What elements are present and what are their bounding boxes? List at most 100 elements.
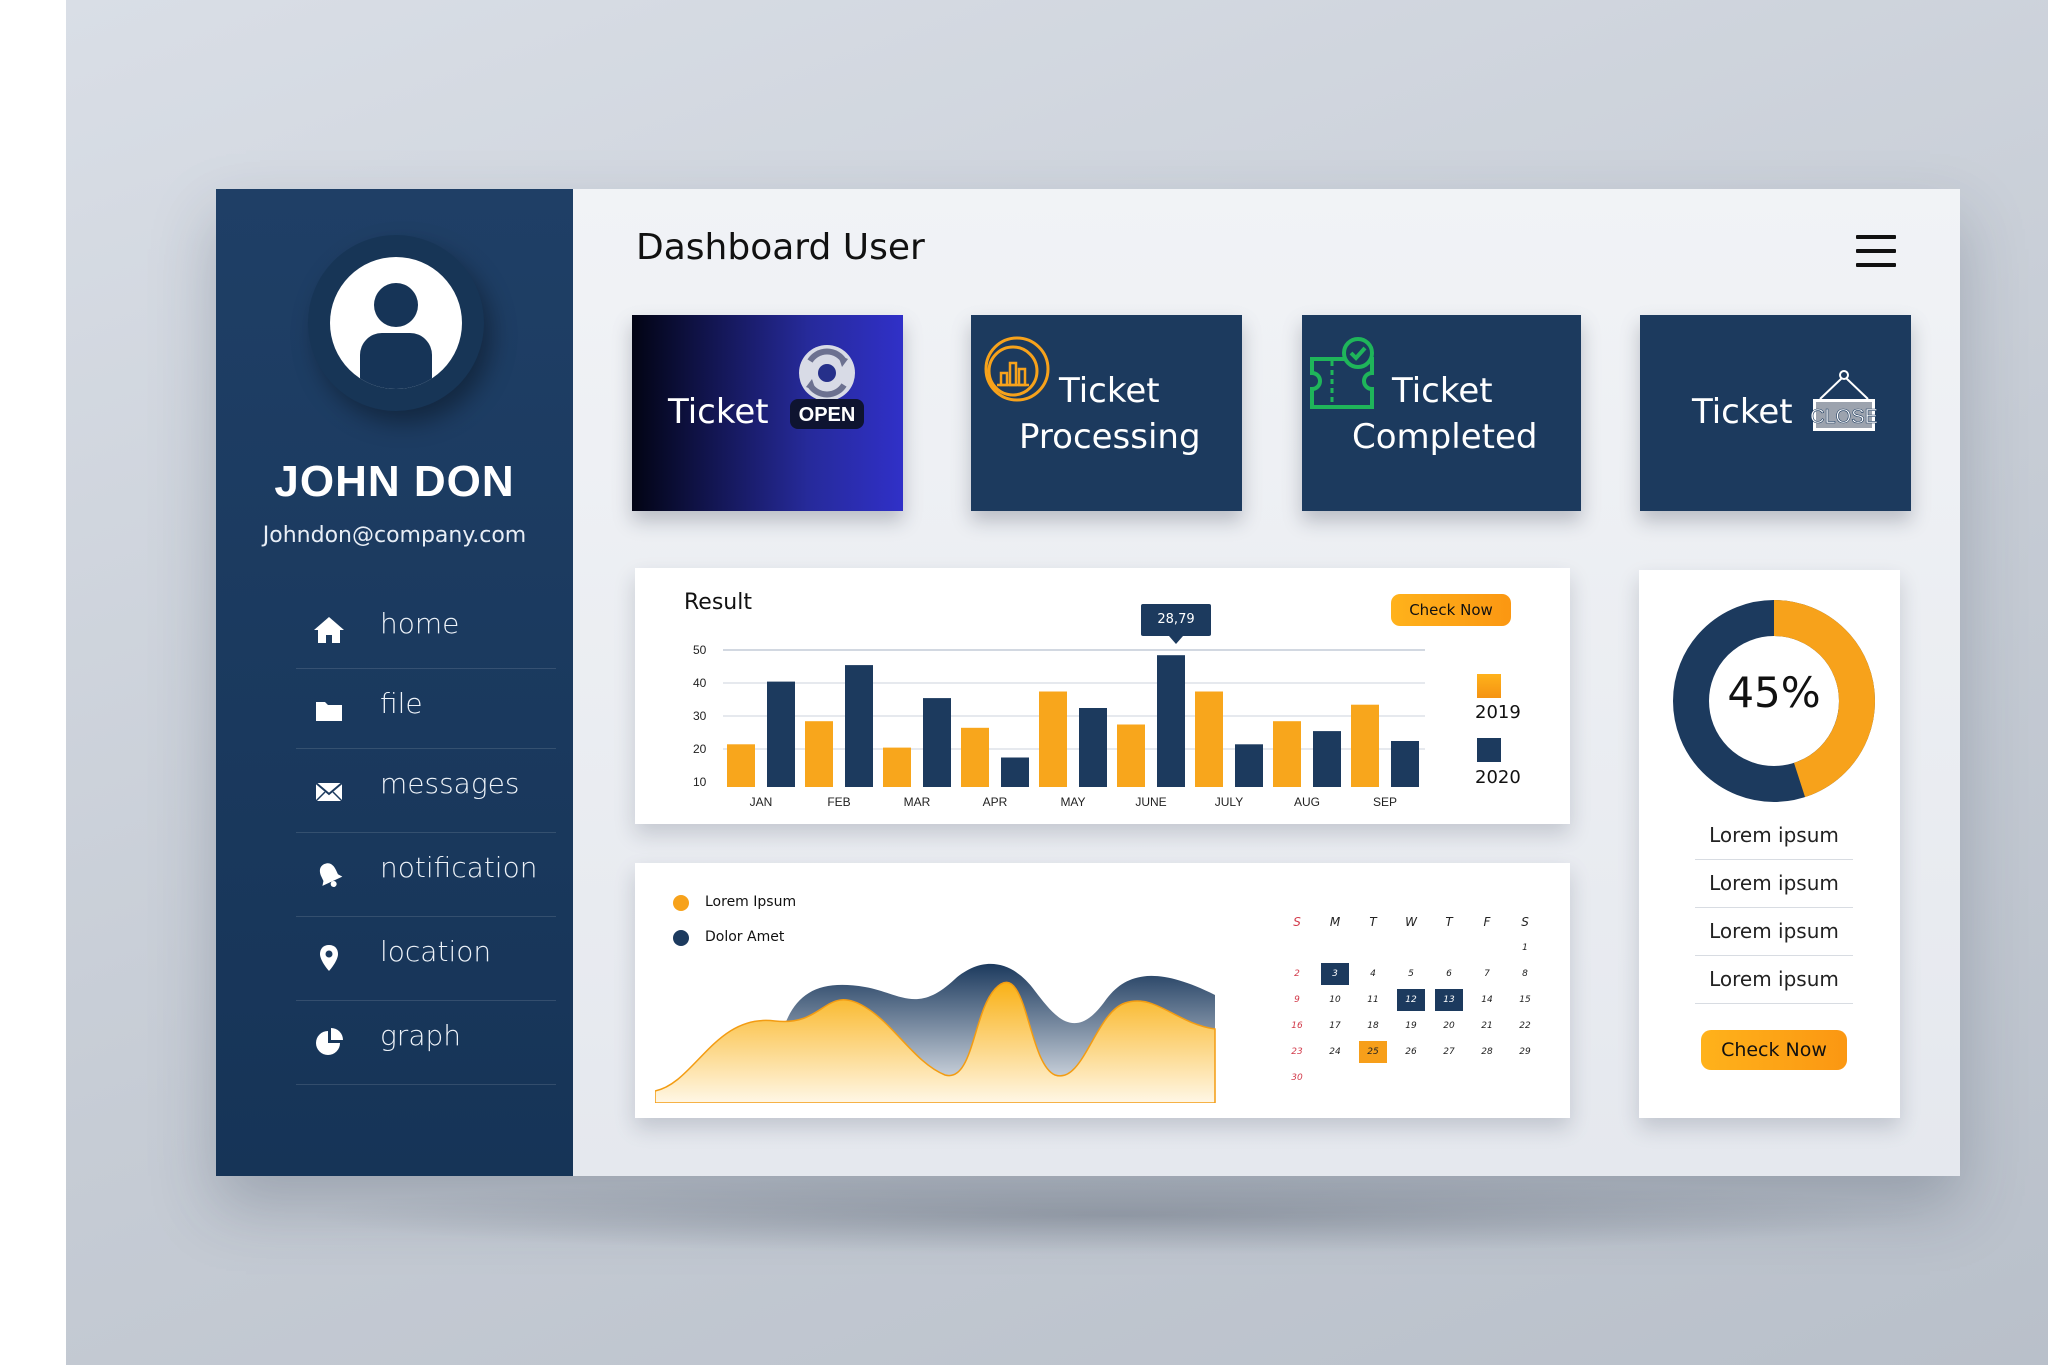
list-item[interactable]: Lorem ipsum [1695, 812, 1853, 860]
ticket-processing-tile[interactable]: Ticket Processing [971, 315, 1242, 511]
calendar-day[interactable]: 1 [1511, 937, 1539, 959]
sidebar-item-graph[interactable]: graph [296, 1001, 556, 1085]
sidebar-item-home[interactable]: home [296, 589, 556, 669]
avatar[interactable] [308, 235, 484, 411]
sidebar-item-messages[interactable]: messages [296, 749, 556, 833]
sidebar-item-notification[interactable]: notification [296, 833, 556, 917]
calendar-day[interactable]: 10 [1321, 989, 1349, 1011]
dashboard-window: JOHN DON Johndon@company.com home file m… [216, 189, 1960, 1176]
x-tick-label: MAY [1060, 795, 1085, 809]
donut-chart: 45% [1673, 600, 1875, 802]
tile-label: Completed [1352, 417, 1538, 457]
bar-2019-sep [1351, 704, 1379, 787]
info-list: Lorem ipsum Lorem ipsum Lorem ipsum Lore… [1695, 812, 1853, 1004]
y-tick-label: 30 [693, 709, 707, 723]
x-tick-label: AUG [1294, 795, 1320, 809]
calendar-day[interactable]: 29 [1511, 1041, 1539, 1063]
home-icon [314, 617, 344, 643]
sidebar-item-label: notification [380, 851, 538, 884]
user-avatar-icon [330, 257, 462, 389]
bar-2019-feb [805, 721, 833, 787]
list-item[interactable]: Lorem ipsum [1695, 908, 1853, 956]
list-item[interactable]: Lorem ipsum [1695, 956, 1853, 1004]
user-email: Johndon@company.com [262, 523, 527, 548]
calendar-day[interactable]: 6 [1435, 963, 1463, 985]
page-title: Dashboard User [636, 227, 925, 268]
bar-chart: 10 20 30 40 50 JAN FEB MAR APR MAY JUNE JULY AUG SEP [693, 643, 1425, 809]
legend-dot-lorem [673, 895, 689, 911]
tile-label: Ticket [1392, 371, 1493, 411]
calendar-day[interactable]: 23 [1283, 1041, 1311, 1063]
open-badge-text: OPEN [799, 404, 856, 426]
tile-label: Ticket [668, 392, 769, 432]
y-tick-label: 10 [693, 775, 707, 789]
legend-label-2019: 2019 [1475, 702, 1521, 723]
sidebar-item-label: home [380, 607, 460, 640]
area-chart-card: Lorem Ipsum Dolor Amet SMTWTFS1234567891… [635, 863, 1570, 1118]
ticket-open-tile[interactable]: Ticket OPEN [632, 315, 903, 511]
calendar-day[interactable]: 30 [1283, 1067, 1311, 1089]
calendar-day[interactable]: 18 [1359, 1015, 1387, 1037]
calendar-day[interactable]: 20 [1435, 1015, 1463, 1037]
calendar-day[interactable]: 12 [1397, 989, 1425, 1011]
x-tick-label: APR [983, 795, 1008, 809]
location-pin-icon [320, 945, 338, 971]
x-tick-label: FEB [827, 795, 850, 809]
sidebar-item-file[interactable]: file [296, 669, 556, 749]
calendar-day[interactable]: 15 [1511, 989, 1539, 1011]
list-item[interactable]: Lorem ipsum [1695, 860, 1853, 908]
hamburger-menu-icon[interactable] [1856, 235, 1896, 269]
bar-2020-june [1157, 655, 1185, 787]
bar-2020-mar [923, 698, 951, 787]
calendar-day[interactable]: 8 [1511, 963, 1539, 985]
calendar-day[interactable]: 7 [1473, 963, 1501, 985]
bar-2019-jan [727, 744, 755, 787]
calendar-day[interactable]: 25 [1359, 1041, 1387, 1063]
sidebar-item-location[interactable]: location [296, 917, 556, 1001]
calendar-day[interactable]: 24 [1321, 1041, 1349, 1063]
check-now-button[interactable]: Check Now [1701, 1030, 1847, 1070]
sidebar-item-label: location [380, 935, 492, 968]
bar-2019-mar [883, 747, 911, 787]
bar-2020-feb [845, 665, 873, 787]
calendar-day[interactable]: 3 [1321, 963, 1349, 985]
calendar-day[interactable]: 26 [1397, 1041, 1425, 1063]
y-tick-label: 40 [693, 676, 707, 690]
calendar-day[interactable]: 19 [1397, 1015, 1425, 1037]
legend-swatch-2019 [1477, 674, 1501, 698]
bar-2020-may [1079, 708, 1107, 787]
calendar-day[interactable]: 13 [1435, 989, 1463, 1011]
envelope-icon [315, 782, 343, 802]
calendar-day[interactable]: 17 [1321, 1015, 1349, 1037]
tile-label: Processing [1019, 417, 1201, 457]
close-sign-icon: CLOSE [1810, 370, 1878, 431]
area-chart [655, 963, 1216, 1103]
sidebar-item-label: messages [380, 767, 520, 800]
bar-2020-jan [767, 681, 795, 787]
calendar-day[interactable]: 27 [1435, 1041, 1463, 1063]
y-tick-label: 50 [693, 643, 707, 657]
ticket-completed-tile[interactable]: Ticket Completed [1302, 315, 1581, 511]
sidebar-nav: home file messages notification location… [296, 589, 556, 1085]
calendar-day[interactable]: 22 [1511, 1015, 1539, 1037]
bar-2020-sep [1391, 741, 1419, 787]
bar-2019-aug [1273, 721, 1301, 787]
calendar-day[interactable]: 16 [1283, 1015, 1311, 1037]
calendar-day[interactable]: 2 [1283, 963, 1311, 985]
calendar-day[interactable]: 11 [1359, 989, 1387, 1011]
calendar-day[interactable]: 4 [1359, 963, 1387, 985]
chart-badge-icon [984, 336, 1050, 402]
ticket-close-tile[interactable]: Ticket CLOSE [1640, 315, 1911, 511]
calendar-day[interactable]: 14 [1473, 989, 1501, 1011]
tile-label: Ticket [1059, 371, 1160, 411]
y-tick-label: 20 [693, 742, 707, 756]
calendar-day[interactable]: 21 [1473, 1015, 1501, 1037]
calendar-weekday: T [1445, 915, 1453, 929]
calendar-day[interactable]: 9 [1283, 989, 1311, 1011]
calendar-day[interactable]: 5 [1397, 963, 1425, 985]
bar-2019-may [1039, 691, 1067, 787]
calendar-day[interactable]: 28 [1473, 1041, 1501, 1063]
user-name: JOHN DON [274, 457, 515, 506]
bar-2019-july [1195, 691, 1223, 787]
legend-label-lorem: Lorem Ipsum [705, 894, 797, 910]
